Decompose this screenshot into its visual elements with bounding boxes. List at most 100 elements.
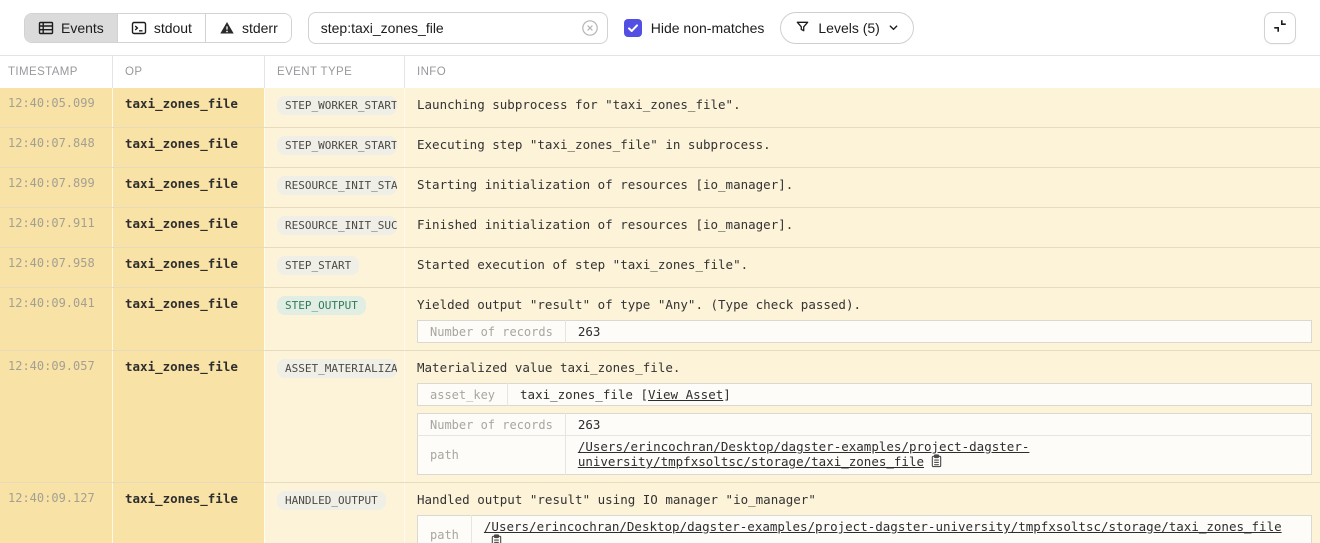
table-icon (38, 20, 54, 36)
event-type-badge: STEP_WORKER_STARTI… (277, 96, 397, 115)
metadata-label: Number of records (418, 414, 566, 436)
event-type-cell: STEP_WORKER_STARTI… (265, 88, 405, 127)
event-type-badge: STEP_OUTPUT (277, 296, 366, 315)
event-type-badge: RESOURCE_INIT_STAR… (277, 176, 397, 195)
metadata-table: asset_keytaxi_zones_file [View Asset] (417, 383, 1312, 406)
search-input[interactable] (308, 12, 608, 44)
log-message: Started execution of step "taxi_zones_fi… (417, 256, 1312, 273)
event-type-badge: STEP_WORKER_STARTED (277, 136, 397, 155)
info-cell: Handled output "result" using IO manager… (405, 483, 1320, 543)
metadata-value: 263 (565, 414, 1311, 436)
path-link[interactable]: /Users/erincochran/Desktop/dagster-examp… (578, 439, 1030, 469)
metadata-table: Number of records263 (417, 320, 1312, 343)
table-row[interactable]: 12:40:07.958 taxi_zones_file STEP_START … (0, 248, 1320, 288)
info-cell: Starting initialization of resources [io… (405, 168, 1320, 207)
table-row[interactable]: 12:40:07.899 taxi_zones_file RESOURCE_IN… (0, 168, 1320, 208)
info-cell: Finished initialization of resources [io… (405, 208, 1320, 247)
log-filter-search (308, 12, 608, 44)
levels-label: Levels (5) (818, 20, 879, 36)
clear-search-icon[interactable] (581, 19, 599, 37)
table-row[interactable]: 12:40:07.848 taxi_zones_file STEP_WORKER… (0, 128, 1320, 168)
column-header-timestamp: TIMESTAMP (0, 56, 113, 88)
timestamp-cell: 12:40:05.099 (0, 88, 113, 127)
log-message: Handled output "result" using IO manager… (417, 491, 1312, 508)
filter-funnel-icon (795, 19, 810, 37)
metadata-label: path (418, 516, 472, 543)
log-message: Starting initialization of resources [io… (417, 176, 1312, 193)
table-row[interactable]: 12:40:09.127 taxi_zones_file HANDLED_OUT… (0, 483, 1320, 543)
table-row[interactable]: 12:40:05.099 taxi_zones_file STEP_WORKER… (0, 88, 1320, 128)
table-row[interactable]: 12:40:07.911 taxi_zones_file RESOURCE_IN… (0, 208, 1320, 248)
event-type-cell: HANDLED_OUTPUT (265, 483, 405, 543)
column-header-info: INFO (405, 56, 1320, 88)
log-message: Materialized value taxi_zones_file. (417, 359, 1312, 376)
hide-non-matches-label: Hide non-matches (651, 20, 765, 36)
table-row[interactable]: 12:40:09.057 taxi_zones_file ASSET_MATER… (0, 351, 1320, 483)
op-cell: taxi_zones_file (113, 248, 265, 287)
log-message: Yielded output "result" of type "Any". (… (417, 296, 1312, 313)
terminal-icon (131, 20, 147, 36)
event-log-panel: Events stdout (0, 0, 1320, 543)
metadata-table: path/Users/erincochran/Desktop/dagster-e… (417, 515, 1312, 543)
log-message: Finished initialization of resources [io… (417, 216, 1312, 233)
tab-stderr-label: stderr (242, 20, 278, 36)
metadata-label: Number of records (418, 321, 566, 343)
column-header-op: OP (113, 56, 265, 88)
tab-events[interactable]: Events (25, 14, 118, 42)
timestamp-cell: 12:40:07.848 (0, 128, 113, 167)
event-type-cell: STEP_OUTPUT (265, 288, 405, 350)
log-message: Executing step "taxi_zones_file" in subp… (417, 136, 1312, 153)
info-cell: Yielded output "result" of type "Any". (… (405, 288, 1320, 350)
metadata-label: path (418, 436, 566, 475)
info-cell: Executing step "taxi_zones_file" in subp… (405, 128, 1320, 167)
hide-non-matches-toggle[interactable]: Hide non-matches (624, 19, 765, 37)
collapse-panel-icon (1271, 17, 1289, 38)
op-cell: taxi_zones_file (113, 128, 265, 167)
op-cell: taxi_zones_file (113, 208, 265, 247)
event-type-cell: ASSET_MATERIALIZAT… (265, 351, 405, 482)
timestamp-cell: 12:40:09.057 (0, 351, 113, 482)
event-type-badge: RESOURCE_INIT_SUCC… (277, 216, 397, 235)
log-rows: 12:40:05.099 taxi_zones_file STEP_WORKER… (0, 88, 1320, 543)
column-header-event-type: EVENT TYPE (265, 56, 405, 88)
event-type-cell: STEP_START (265, 248, 405, 287)
tab-stdout[interactable]: stdout (118, 14, 206, 42)
chevron-down-icon (888, 20, 899, 36)
info-cell: Materialized value taxi_zones_file. asse… (405, 351, 1320, 482)
checkbox-checked-icon[interactable] (624, 19, 642, 37)
path-link[interactable]: /Users/erincochran/Desktop/dagster-examp… (484, 519, 1282, 534)
log-view-tabs: Events stdout (24, 13, 292, 43)
op-cell: taxi_zones_file (113, 483, 265, 543)
toolbar: Events stdout (0, 0, 1320, 56)
event-type-cell: RESOURCE_INIT_STAR… (265, 168, 405, 207)
table-row[interactable]: 12:40:09.041 taxi_zones_file STEP_OUTPUT… (0, 288, 1320, 351)
op-cell: taxi_zones_file (113, 88, 265, 127)
op-cell: taxi_zones_file (113, 351, 265, 482)
metadata-value: taxi_zones_file [View Asset] (508, 384, 1312, 406)
tab-stdout-label: stdout (154, 20, 192, 36)
event-type-badge: STEP_START (277, 256, 359, 275)
metadata-label: asset_key (418, 384, 508, 406)
info-cell: Launching subprocess for "taxi_zones_fil… (405, 88, 1320, 127)
table-header: TIMESTAMP OP EVENT TYPE INFO (0, 56, 1320, 88)
event-type-badge: HANDLED_OUTPUT (277, 491, 386, 510)
collapse-panel-button[interactable] (1264, 12, 1296, 44)
op-cell: taxi_zones_file (113, 288, 265, 350)
metadata-value: /Users/erincochran/Desktop/dagster-examp… (565, 436, 1311, 475)
view-asset-link[interactable]: View Asset (648, 387, 723, 402)
tab-stderr[interactable]: stderr (206, 14, 291, 42)
levels-filter-dropdown[interactable]: Levels (5) (780, 12, 913, 44)
timestamp-cell: 12:40:09.127 (0, 483, 113, 543)
metadata-value: 263 (565, 321, 1311, 343)
copy-icon[interactable] (490, 534, 503, 543)
op-cell: taxi_zones_file (113, 168, 265, 207)
copy-icon[interactable] (930, 454, 943, 471)
timestamp-cell: 12:40:07.899 (0, 168, 113, 207)
timestamp-cell: 12:40:07.958 (0, 248, 113, 287)
info-cell: Started execution of step "taxi_zones_fi… (405, 248, 1320, 287)
timestamp-cell: 12:40:09.041 (0, 288, 113, 350)
warning-icon (219, 20, 235, 36)
event-type-cell: STEP_WORKER_STARTED (265, 128, 405, 167)
metadata-table: Number of records263path/Users/erincochr… (417, 413, 1312, 475)
event-type-cell: RESOURCE_INIT_SUCC… (265, 208, 405, 247)
